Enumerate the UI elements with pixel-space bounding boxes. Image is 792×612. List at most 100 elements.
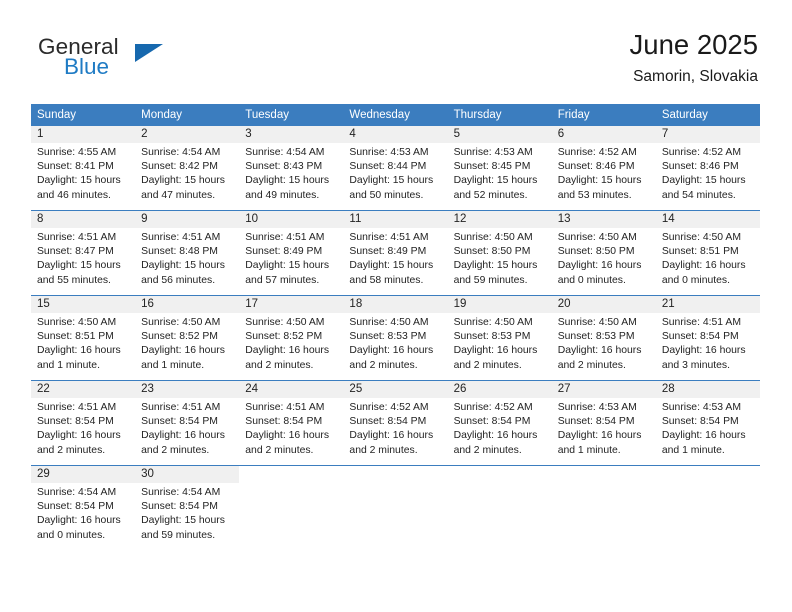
calendar-day-cell-empty	[655, 465, 760, 550]
calendar-day-cell[interactable]: 16 Sunrise: 4:50 AM Sunset: 8:52 PM Dayligh…	[135, 295, 240, 381]
daylight-text-line1: Daylight: 16 hours	[661, 430, 746, 442]
calendar-week-row: 8 Sunrise: 4:51 AM Sunset: 8:47 PM Daylight…	[31, 210, 760, 296]
daylight-text-line1: Daylight: 15 hours	[349, 260, 434, 272]
calendar-page: General Blue June 2025 Samorin, Slovakia…	[0, 0, 792, 612]
sunset-text: Sunset: 8:54 PM	[557, 416, 635, 428]
day-number: 8	[31, 211, 136, 228]
day-details	[656, 483, 760, 486]
sunrise-text: Sunrise: 4:53 AM	[661, 402, 741, 413]
day-cell-inner: 11 Sunrise: 4:51 AM Sunset: 8:49 PM Dayligh…	[343, 211, 448, 295]
calendar-week-row: 15 Sunrise: 4:50 AM Sunset: 8:51 PM Dayligh…	[31, 295, 760, 381]
sunrise-text: Sunrise: 4:51 AM	[37, 232, 117, 243]
day-number: 7	[655, 126, 760, 143]
day-cell-inner: 21 Sunrise: 4:51 AM Sunset: 8:54 PM Dayligh…	[655, 296, 760, 380]
calendar-day-cell[interactable]: 22 Sunrise: 4:51 AM Sunset: 8:54 PM Dayligh…	[31, 380, 136, 466]
day-cell-inner: 9 Sunrise: 4:51 AM Sunset: 8:48 PM Daylight…	[135, 211, 240, 295]
day-details: Sunrise: 4:52 AM Sunset: 8:54 PM Daylight:…	[448, 398, 552, 458]
calendar-day-cell[interactable]: 1 Sunrise: 4:55 AM Sunset: 8:41 PM Daylight…	[31, 126, 136, 211]
daylight-text-line2: and 0 minutes.	[557, 274, 626, 286]
calendar-day-cell[interactable]: 26 Sunrise: 4:52 AM Sunset: 8:54 PM Dayligh…	[447, 380, 552, 466]
calendar-day-cell[interactable]: 7 Sunrise: 4:52 AM Sunset: 8:46 PM Daylight…	[655, 126, 760, 211]
calendar-week-row: 29 Sunrise: 4:54 AM Sunset: 8:54 PM Dayligh…	[31, 465, 760, 550]
day-details	[552, 483, 656, 486]
calendar-day-cell[interactable]: 12 Sunrise: 4:50 AM Sunset: 8:50 PM Dayligh…	[447, 210, 552, 296]
calendar-day-cell[interactable]: 17 Sunrise: 4:50 AM Sunset: 8:52 PM Dayligh…	[239, 295, 344, 381]
calendar-day-cell[interactable]: 6 Sunrise: 4:52 AM Sunset: 8:46 PM Daylight…	[551, 126, 656, 211]
day-number: 30	[135, 466, 240, 483]
daylight-text-line1: Daylight: 15 hours	[453, 175, 538, 187]
day-details	[343, 483, 447, 486]
day-number: 19	[447, 296, 552, 313]
sunset-text: Sunset: 8:54 PM	[141, 416, 218, 428]
daylight-text-line1: Daylight: 16 hours	[661, 345, 746, 357]
calendar-day-cell[interactable]: 19 Sunrise: 4:50 AM Sunset: 8:53 PM Dayligh…	[447, 295, 552, 381]
sunrise-text: Sunrise: 4:50 AM	[557, 232, 637, 243]
day-details: Sunrise: 4:50 AM Sunset: 8:52 PM Daylight:…	[239, 313, 343, 373]
day-cell-inner: 23 Sunrise: 4:51 AM Sunset: 8:54 PM Dayligh…	[135, 381, 240, 465]
calendar-day-cell[interactable]: 3 Sunrise: 4:54 AM Sunset: 8:43 PM Daylight…	[239, 126, 344, 211]
day-details: Sunrise: 4:51 AM Sunset: 8:49 PM Daylight:…	[239, 228, 343, 288]
day-details: Sunrise: 4:50 AM Sunset: 8:53 PM Daylight:…	[448, 313, 552, 373]
sunset-text: Sunset: 8:47 PM	[37, 246, 114, 258]
sunset-text: Sunset: 8:54 PM	[141, 501, 218, 513]
day-details: Sunrise: 4:51 AM Sunset: 8:54 PM Daylight:…	[239, 398, 343, 458]
daylight-text-line2: and 3 minutes.	[661, 359, 731, 371]
day-cell-inner: 28 Sunrise: 4:53 AM Sunset: 8:54 PM Dayligh…	[655, 381, 760, 465]
day-details: Sunrise: 4:54 AM Sunset: 8:43 PM Daylight:…	[239, 143, 343, 203]
day-number: 26	[447, 381, 552, 398]
daylight-text-line2: and 50 minutes.	[349, 189, 424, 201]
calendar-day-cell[interactable]: 23 Sunrise: 4:51 AM Sunset: 8:54 PM Dayligh…	[135, 380, 240, 466]
calendar-day-cell[interactable]: 21 Sunrise: 4:51 AM Sunset: 8:54 PM Dayligh…	[655, 295, 760, 381]
daylight-text-line1: Daylight: 15 hours	[141, 175, 225, 187]
calendar-day-cell[interactable]: 5 Sunrise: 4:53 AM Sunset: 8:45 PM Daylight…	[447, 126, 552, 211]
calendar-day-cell[interactable]: 27 Sunrise: 4:53 AM Sunset: 8:54 PM Dayligh…	[551, 380, 656, 466]
daylight-text-line1: Daylight: 16 hours	[661, 260, 746, 272]
sunrise-text: Sunrise: 4:51 AM	[245, 232, 325, 243]
logo-text-blue: Blue	[64, 54, 110, 79]
calendar-day-cell[interactable]: 2 Sunrise: 4:54 AM Sunset: 8:42 PM Daylight…	[135, 126, 240, 211]
calendar-day-cell[interactable]: 25 Sunrise: 4:52 AM Sunset: 8:54 PM Dayligh…	[343, 380, 448, 466]
daylight-text-line1: Daylight: 16 hours	[557, 430, 642, 442]
sunset-text: Sunset: 8:45 PM	[453, 161, 531, 173]
day-details: Sunrise: 4:50 AM Sunset: 8:53 PM Daylight:…	[343, 313, 447, 373]
calendar-week-row: 22 Sunrise: 4:51 AM Sunset: 8:54 PM Dayligh…	[31, 380, 760, 466]
daylight-text-line2: and 1 minute.	[141, 359, 205, 371]
day-details: Sunrise: 4:51 AM Sunset: 8:54 PM Daylight:…	[656, 313, 760, 373]
day-cell-inner: 12 Sunrise: 4:50 AM Sunset: 8:50 PM Dayligh…	[447, 211, 552, 295]
calendar-day-cell[interactable]: 8 Sunrise: 4:51 AM Sunset: 8:47 PM Daylight…	[31, 210, 136, 296]
calendar-day-cell[interactable]: 14 Sunrise: 4:50 AM Sunset: 8:51 PM Dayligh…	[655, 210, 760, 296]
calendar-day-cell[interactable]: 13 Sunrise: 4:50 AM Sunset: 8:50 PM Dayligh…	[551, 210, 656, 296]
day-details: Sunrise: 4:51 AM Sunset: 8:54 PM Daylight:…	[135, 398, 239, 458]
calendar-day-cell[interactable]: 30 Sunrise: 4:54 AM Sunset: 8:54 PM Dayligh…	[135, 465, 240, 550]
calendar-day-cell[interactable]: 9 Sunrise: 4:51 AM Sunset: 8:48 PM Daylight…	[135, 210, 240, 296]
calendar-day-cell[interactable]: 20 Sunrise: 4:50 AM Sunset: 8:53 PM Dayligh…	[551, 295, 656, 381]
day-number: 9	[135, 211, 240, 228]
calendar-day-cell[interactable]: 28 Sunrise: 4:53 AM Sunset: 8:54 PM Dayligh…	[655, 380, 760, 466]
calendar-day-cell[interactable]: 18 Sunrise: 4:50 AM Sunset: 8:53 PM Dayligh…	[343, 295, 448, 381]
weekday-header-friday: Friday	[551, 104, 656, 126]
daylight-text-line1: Daylight: 15 hours	[661, 175, 746, 187]
day-details: Sunrise: 4:50 AM Sunset: 8:53 PM Daylight:…	[552, 313, 656, 373]
calendar-day-cell[interactable]: 29 Sunrise: 4:54 AM Sunset: 8:54 PM Dayligh…	[31, 465, 136, 550]
generalblue-logo[interactable]: General Blue	[38, 34, 258, 90]
calendar-day-cell[interactable]: 24 Sunrise: 4:51 AM Sunset: 8:54 PM Dayligh…	[239, 380, 344, 466]
daylight-text-line1: Daylight: 16 hours	[453, 345, 538, 357]
day-details: Sunrise: 4:52 AM Sunset: 8:54 PM Daylight:…	[343, 398, 447, 458]
sunset-text: Sunset: 8:49 PM	[349, 246, 427, 258]
day-cell-inner: 29 Sunrise: 4:54 AM Sunset: 8:54 PM Dayligh…	[31, 466, 136, 550]
calendar-header-row: Sunday Monday Tuesday Wednesday Thursday Frid…	[31, 104, 760, 126]
day-number: 20	[551, 296, 656, 313]
calendar-day-cell[interactable]: 4 Sunrise: 4:53 AM Sunset: 8:44 PM Daylight…	[343, 126, 448, 211]
sunrise-text: Sunrise: 4:53 AM	[453, 147, 533, 158]
calendar-day-cell[interactable]: 15 Sunrise: 4:50 AM Sunset: 8:51 PM Dayligh…	[31, 295, 136, 381]
day-details: Sunrise: 4:51 AM Sunset: 8:47 PM Daylight:…	[31, 228, 135, 288]
day-cell-inner	[239, 466, 343, 550]
calendar-day-cell[interactable]: 11 Sunrise: 4:51 AM Sunset: 8:49 PM Dayligh…	[343, 210, 448, 296]
day-cell-inner: 15 Sunrise: 4:50 AM Sunset: 8:51 PM Dayligh…	[31, 296, 136, 380]
calendar-day-cell[interactable]: 10 Sunrise: 4:51 AM Sunset: 8:49 PM Dayligh…	[239, 210, 344, 296]
day-number	[343, 466, 447, 483]
daylight-text-line1: Daylight: 16 hours	[245, 345, 330, 357]
day-number: 23	[135, 381, 240, 398]
sunset-text: Sunset: 8:52 PM	[141, 331, 218, 343]
day-cell-inner: 22 Sunrise: 4:51 AM Sunset: 8:54 PM Dayligh…	[31, 381, 136, 465]
